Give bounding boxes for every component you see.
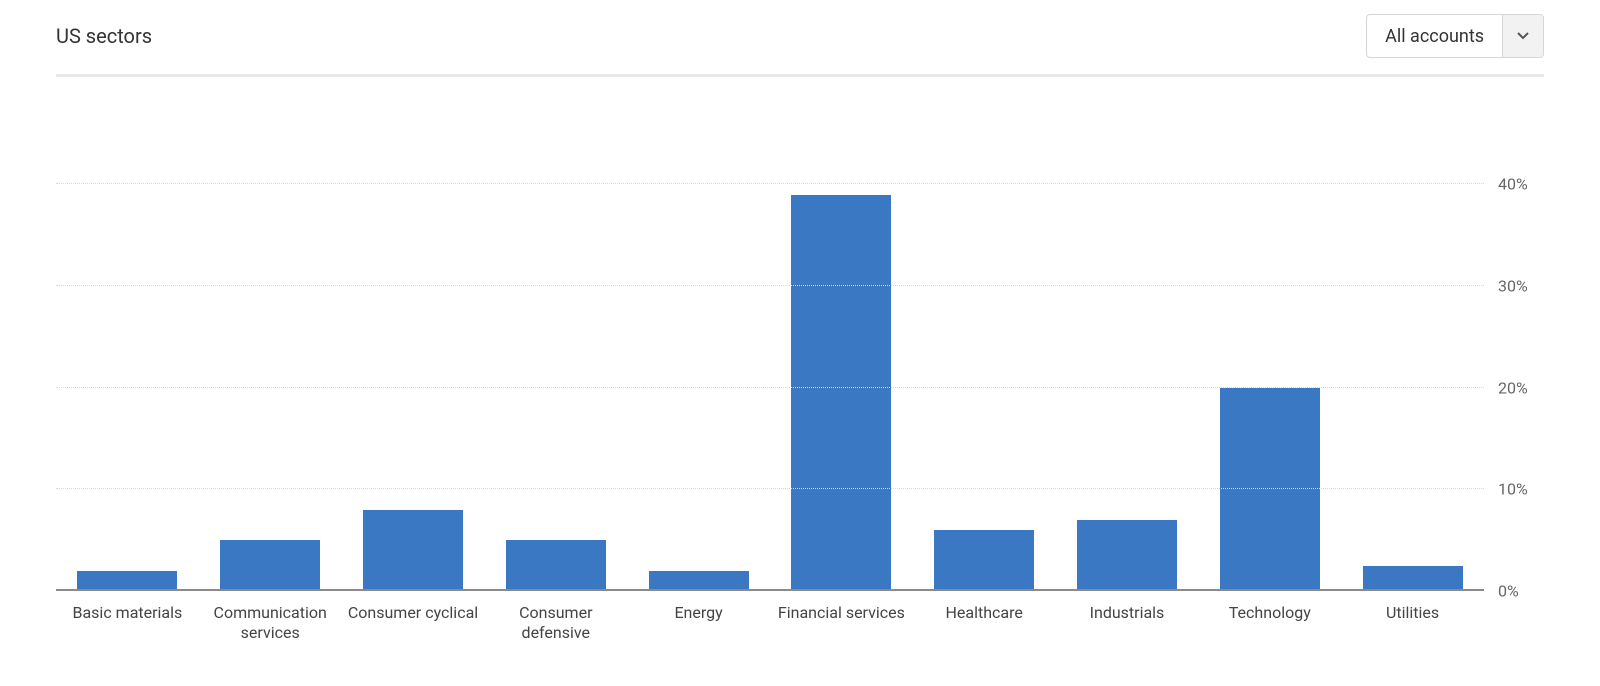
chart-xlabel: Healthcare	[913, 595, 1056, 651]
chart-gridline	[56, 285, 1484, 286]
page-title: US sectors	[56, 24, 152, 48]
chart-bar[interactable]	[1363, 566, 1463, 591]
chart-gridline	[56, 488, 1484, 489]
chart-bar[interactable]	[363, 510, 463, 591]
chart-bar[interactable]	[934, 530, 1034, 591]
chart-baseline	[56, 589, 1484, 591]
account-selector[interactable]: All accounts	[1366, 14, 1544, 58]
chart-bar-column	[342, 103, 485, 591]
chart-xlabel: Communication services	[199, 595, 342, 651]
chart-xlabel: Consumer defensive	[484, 595, 627, 651]
chart-bar-column	[627, 103, 770, 591]
chart-xlabel: Basic materials	[56, 595, 199, 651]
chart-bar-column	[56, 103, 199, 591]
chart-bar-column	[199, 103, 342, 591]
chart-plot-area: 0%10%20%30%40%	[56, 103, 1484, 591]
chart-ylabel: 20%	[1484, 378, 1528, 397]
chart-bar[interactable]	[649, 571, 749, 591]
chart-xlabel: Industrials	[1056, 595, 1199, 651]
divider	[56, 74, 1544, 77]
chart-bar[interactable]	[791, 195, 891, 592]
chart-gridline	[56, 387, 1484, 388]
chart-xlabel: Technology	[1198, 595, 1341, 651]
chart-bars	[56, 103, 1484, 591]
caret-down-icon	[1503, 15, 1543, 57]
chart-bar-column	[913, 103, 1056, 591]
account-selector-label: All accounts	[1367, 15, 1503, 57]
chart-gridline	[56, 183, 1484, 184]
chart-bar[interactable]	[77, 571, 177, 591]
chart-ylabel: 40%	[1484, 175, 1528, 194]
chart-xlabel: Energy	[627, 595, 770, 651]
chart-bar[interactable]	[1077, 520, 1177, 591]
page: US sectors All accounts 0%10%20%30%40% B…	[0, 0, 1600, 651]
chart-bar-column	[1056, 103, 1199, 591]
sectors-bar-chart: 0%10%20%30%40% Basic materialsCommunicat…	[56, 103, 1544, 651]
chart-bar-column	[1198, 103, 1341, 591]
chart-bar[interactable]	[506, 540, 606, 591]
chart-bar[interactable]	[220, 540, 320, 591]
chart-xlabel: Consumer cyclical	[342, 595, 485, 651]
chart-bar-column	[1341, 103, 1484, 591]
chart-xlabel: Financial services	[770, 595, 913, 651]
chart-bar-column	[770, 103, 913, 591]
chart-xlabels: Basic materialsCommunication servicesCon…	[56, 595, 1484, 651]
chart-ylabel: 0%	[1484, 582, 1519, 601]
header-row: US sectors All accounts	[56, 10, 1544, 62]
chart-xlabel: Utilities	[1341, 595, 1484, 651]
chart-bar-column	[484, 103, 627, 591]
chart-ylabel: 10%	[1484, 480, 1528, 499]
chart-ylabel: 30%	[1484, 277, 1528, 296]
